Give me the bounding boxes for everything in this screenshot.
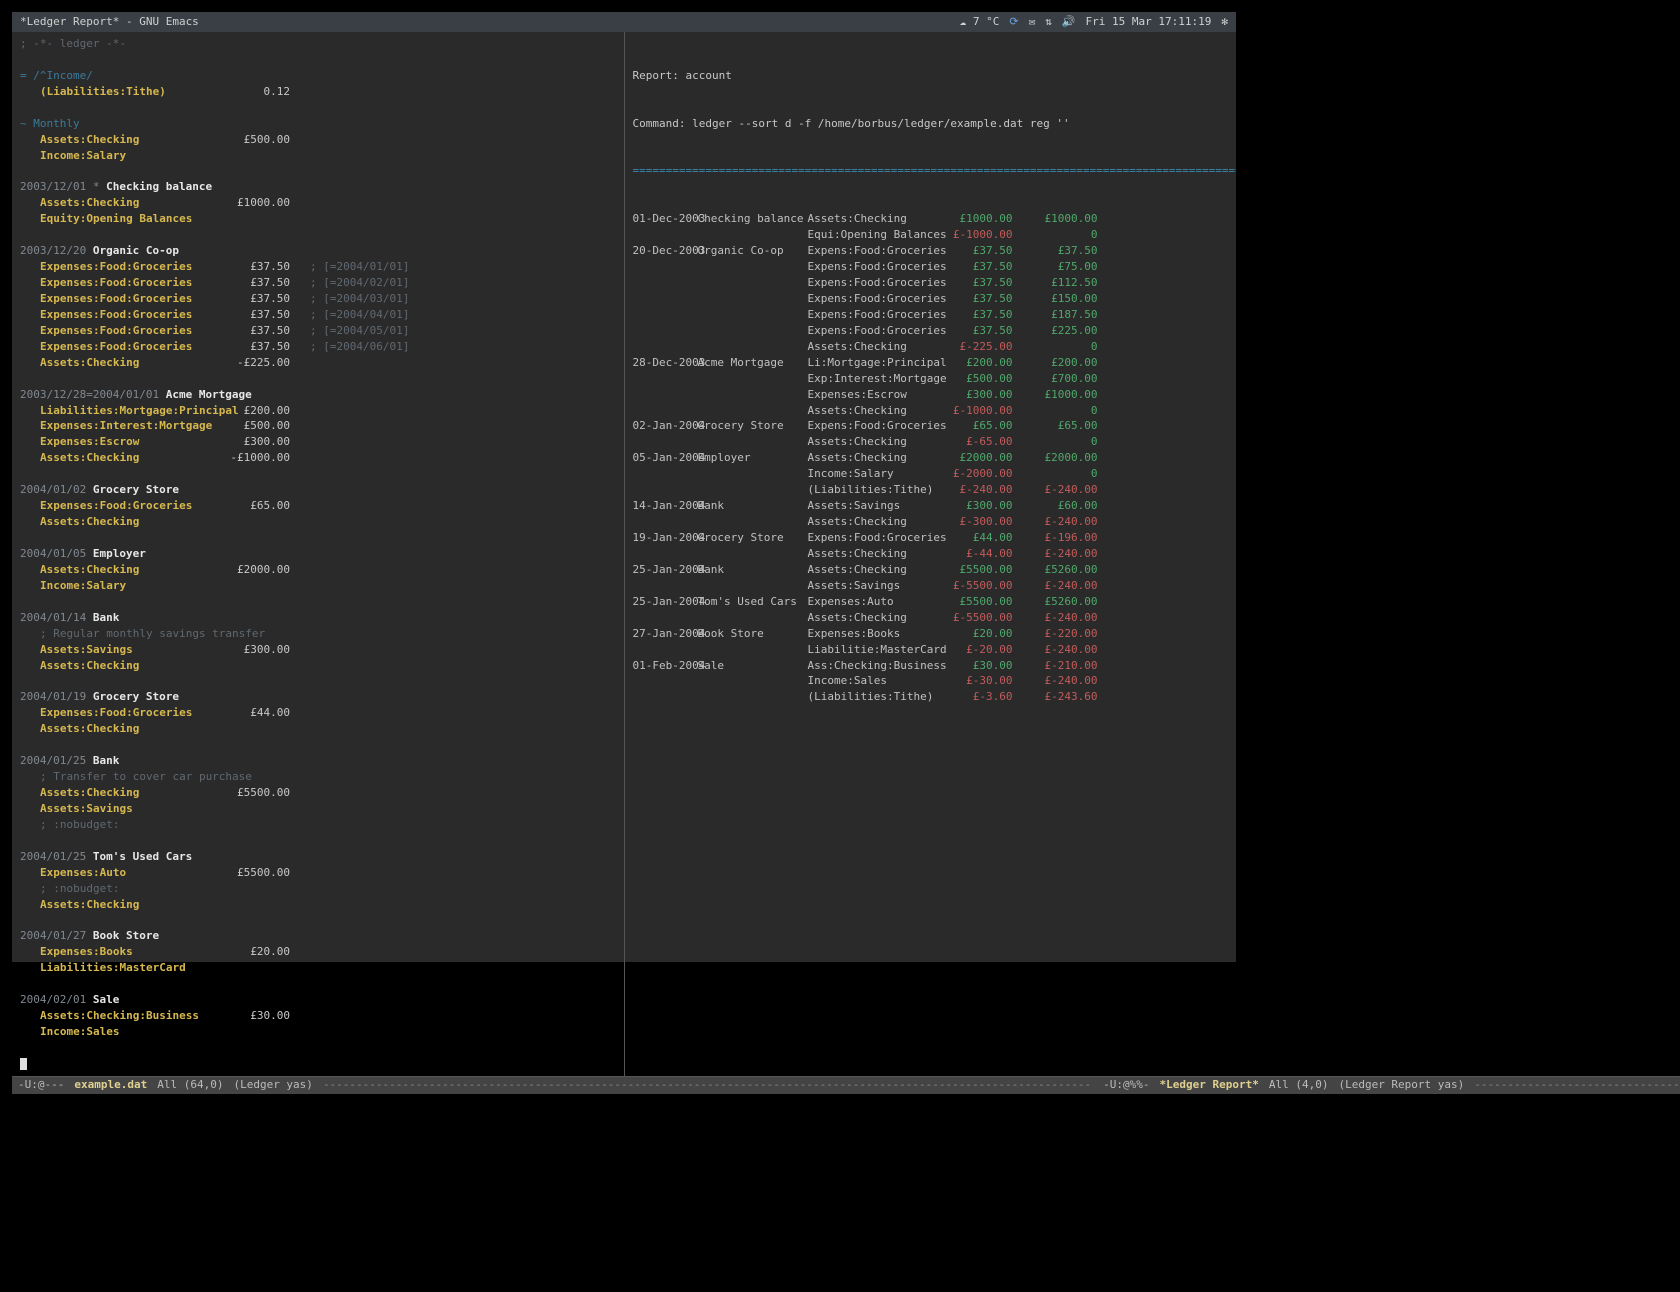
modeline-buffer: example.dat [74,1077,147,1093]
report-row: Assets:Checking£-1000.000 [633,403,1229,419]
report-row: 01-Dec-2003Checking balanceAssets:Checki… [633,211,1229,227]
report-row: Expens:Food:Groceries£37.50£75.00 [633,259,1229,275]
report-title: Report: account [633,68,1229,84]
report-row: 27-Jan-2004Book StoreExpenses:Books£20.0… [633,626,1229,642]
report-row: 28-Dec-2003Acme MortgageLi:Mortgage:Prin… [633,355,1229,371]
report-row: Assets:Checking£-65.000 [633,434,1229,450]
report-row: Exp:Interest:Mortgage£500.00£700.00 [633,371,1229,387]
report-row: 02-Jan-2004Grocery StoreExpens:Food:Groc… [633,418,1229,434]
report-separator: ========================================… [633,163,1229,179]
report-row: Equi:Opening Balances£-1000.000 [633,227,1229,243]
report-row: Expens:Food:Groceries£37.50£112.50 [633,275,1229,291]
report-row: 14-Jan-2004BankAssets:Savings£300.00£60.… [633,498,1229,514]
modeline-fill: ----------------------------------------… [323,1077,1091,1093]
report-row: (Liabilities:Tithe)£-240.00£-240.00 [633,482,1229,498]
report-row: Expenses:Escrow£300.00£1000.00 [633,387,1229,403]
modeline-fill: ----------------------------------------… [1474,1077,1680,1093]
modeline-mode: (Ledger Report yas) [1338,1077,1464,1093]
clock: Fri 15 Mar 17:11:19 [1086,14,1212,30]
weather-indicator[interactable]: ☁ 7 °C [960,14,1000,30]
report-row: Expens:Food:Groceries£37.50£225.00 [633,323,1229,339]
report-row: (Liabilities:Tithe)£-3.60£-243.60 [633,689,1229,705]
modeline-state: -U:@--- [18,1077,64,1093]
modeline-state: -U:@%%- [1103,1077,1149,1093]
report-row: 01-Feb-2004SaleAss:Checking:Business£30.… [633,658,1229,674]
modeline-buffer: *Ledger Report* [1160,1077,1259,1093]
modeline-left[interactable]: -U:@--- example.dat All (64,0) (Ledger y… [12,1076,1097,1094]
modeline-mode: (Ledger yas) [233,1077,312,1093]
report-row: Income:Sales£-30.00£-240.00 [633,673,1229,689]
report-row: Assets:Checking£-300.00£-240.00 [633,514,1229,530]
source-buffer[interactable]: ; -*- ledger -*- = /^Income/(Liabilities… [12,32,625,1076]
report-row: Assets:Savings£-5500.00£-240.00 [633,578,1229,594]
report-buffer[interactable]: Report: account Command: ledger --sort d… [625,32,1237,1076]
report-row: 20-Dec-2003Organic Co-opExpens:Food:Groc… [633,243,1229,259]
report-command: Command: ledger --sort d -f /home/borbus… [633,116,1229,132]
report-row: Liabilitie:MasterCard£-20.00£-240.00 [633,642,1229,658]
report-row: Assets:Checking£-225.000 [633,339,1229,355]
volume-icon[interactable]: 🔊 [1062,14,1076,30]
report-row: 19-Jan-2004Grocery StoreExpens:Food:Groc… [633,530,1229,546]
report-row: 25-Jan-2004BankAssets:Checking£5500.00£5… [633,562,1229,578]
settings-icon[interactable]: ✻ [1221,14,1228,30]
system-tray: ☁ 7 °C ⟳ ✉ ⇅ 🔊 Fri 15 Mar 17:11:19 ✻ [960,14,1228,30]
titlebar: *Ledger Report* - GNU Emacs ☁ 7 °C ⟳ ✉ ⇅… [12,12,1236,32]
network-icon[interactable]: ⇅ [1045,14,1052,30]
report-row: 05-Jan-2004EmployerAssets:Checking£2000.… [633,450,1229,466]
report-row: Income:Salary£-2000.000 [633,466,1229,482]
report-row: Expens:Food:Groceries£37.50£150.00 [633,291,1229,307]
report-row: Assets:Checking£-44.00£-240.00 [633,546,1229,562]
report-row: Assets:Checking£-5500.00£-240.00 [633,610,1229,626]
refresh-icon[interactable]: ⟳ [1009,14,1018,30]
window-title: *Ledger Report* - GNU Emacs [20,14,199,30]
modeline-position: All (64,0) [157,1077,223,1093]
emacs-window: *Ledger Report* - GNU Emacs ☁ 7 °C ⟳ ✉ ⇅… [12,12,1236,962]
report-row: 25-Jan-2004Tom's Used CarsExpenses:Auto£… [633,594,1229,610]
modeline-right[interactable]: -U:@%%- *Ledger Report* All (4,0) (Ledge… [1097,1076,1680,1094]
report-row: Expens:Food:Groceries£37.50£187.50 [633,307,1229,323]
modeline-position: All (4,0) [1269,1077,1329,1093]
mail-icon[interactable]: ✉ [1029,14,1036,30]
